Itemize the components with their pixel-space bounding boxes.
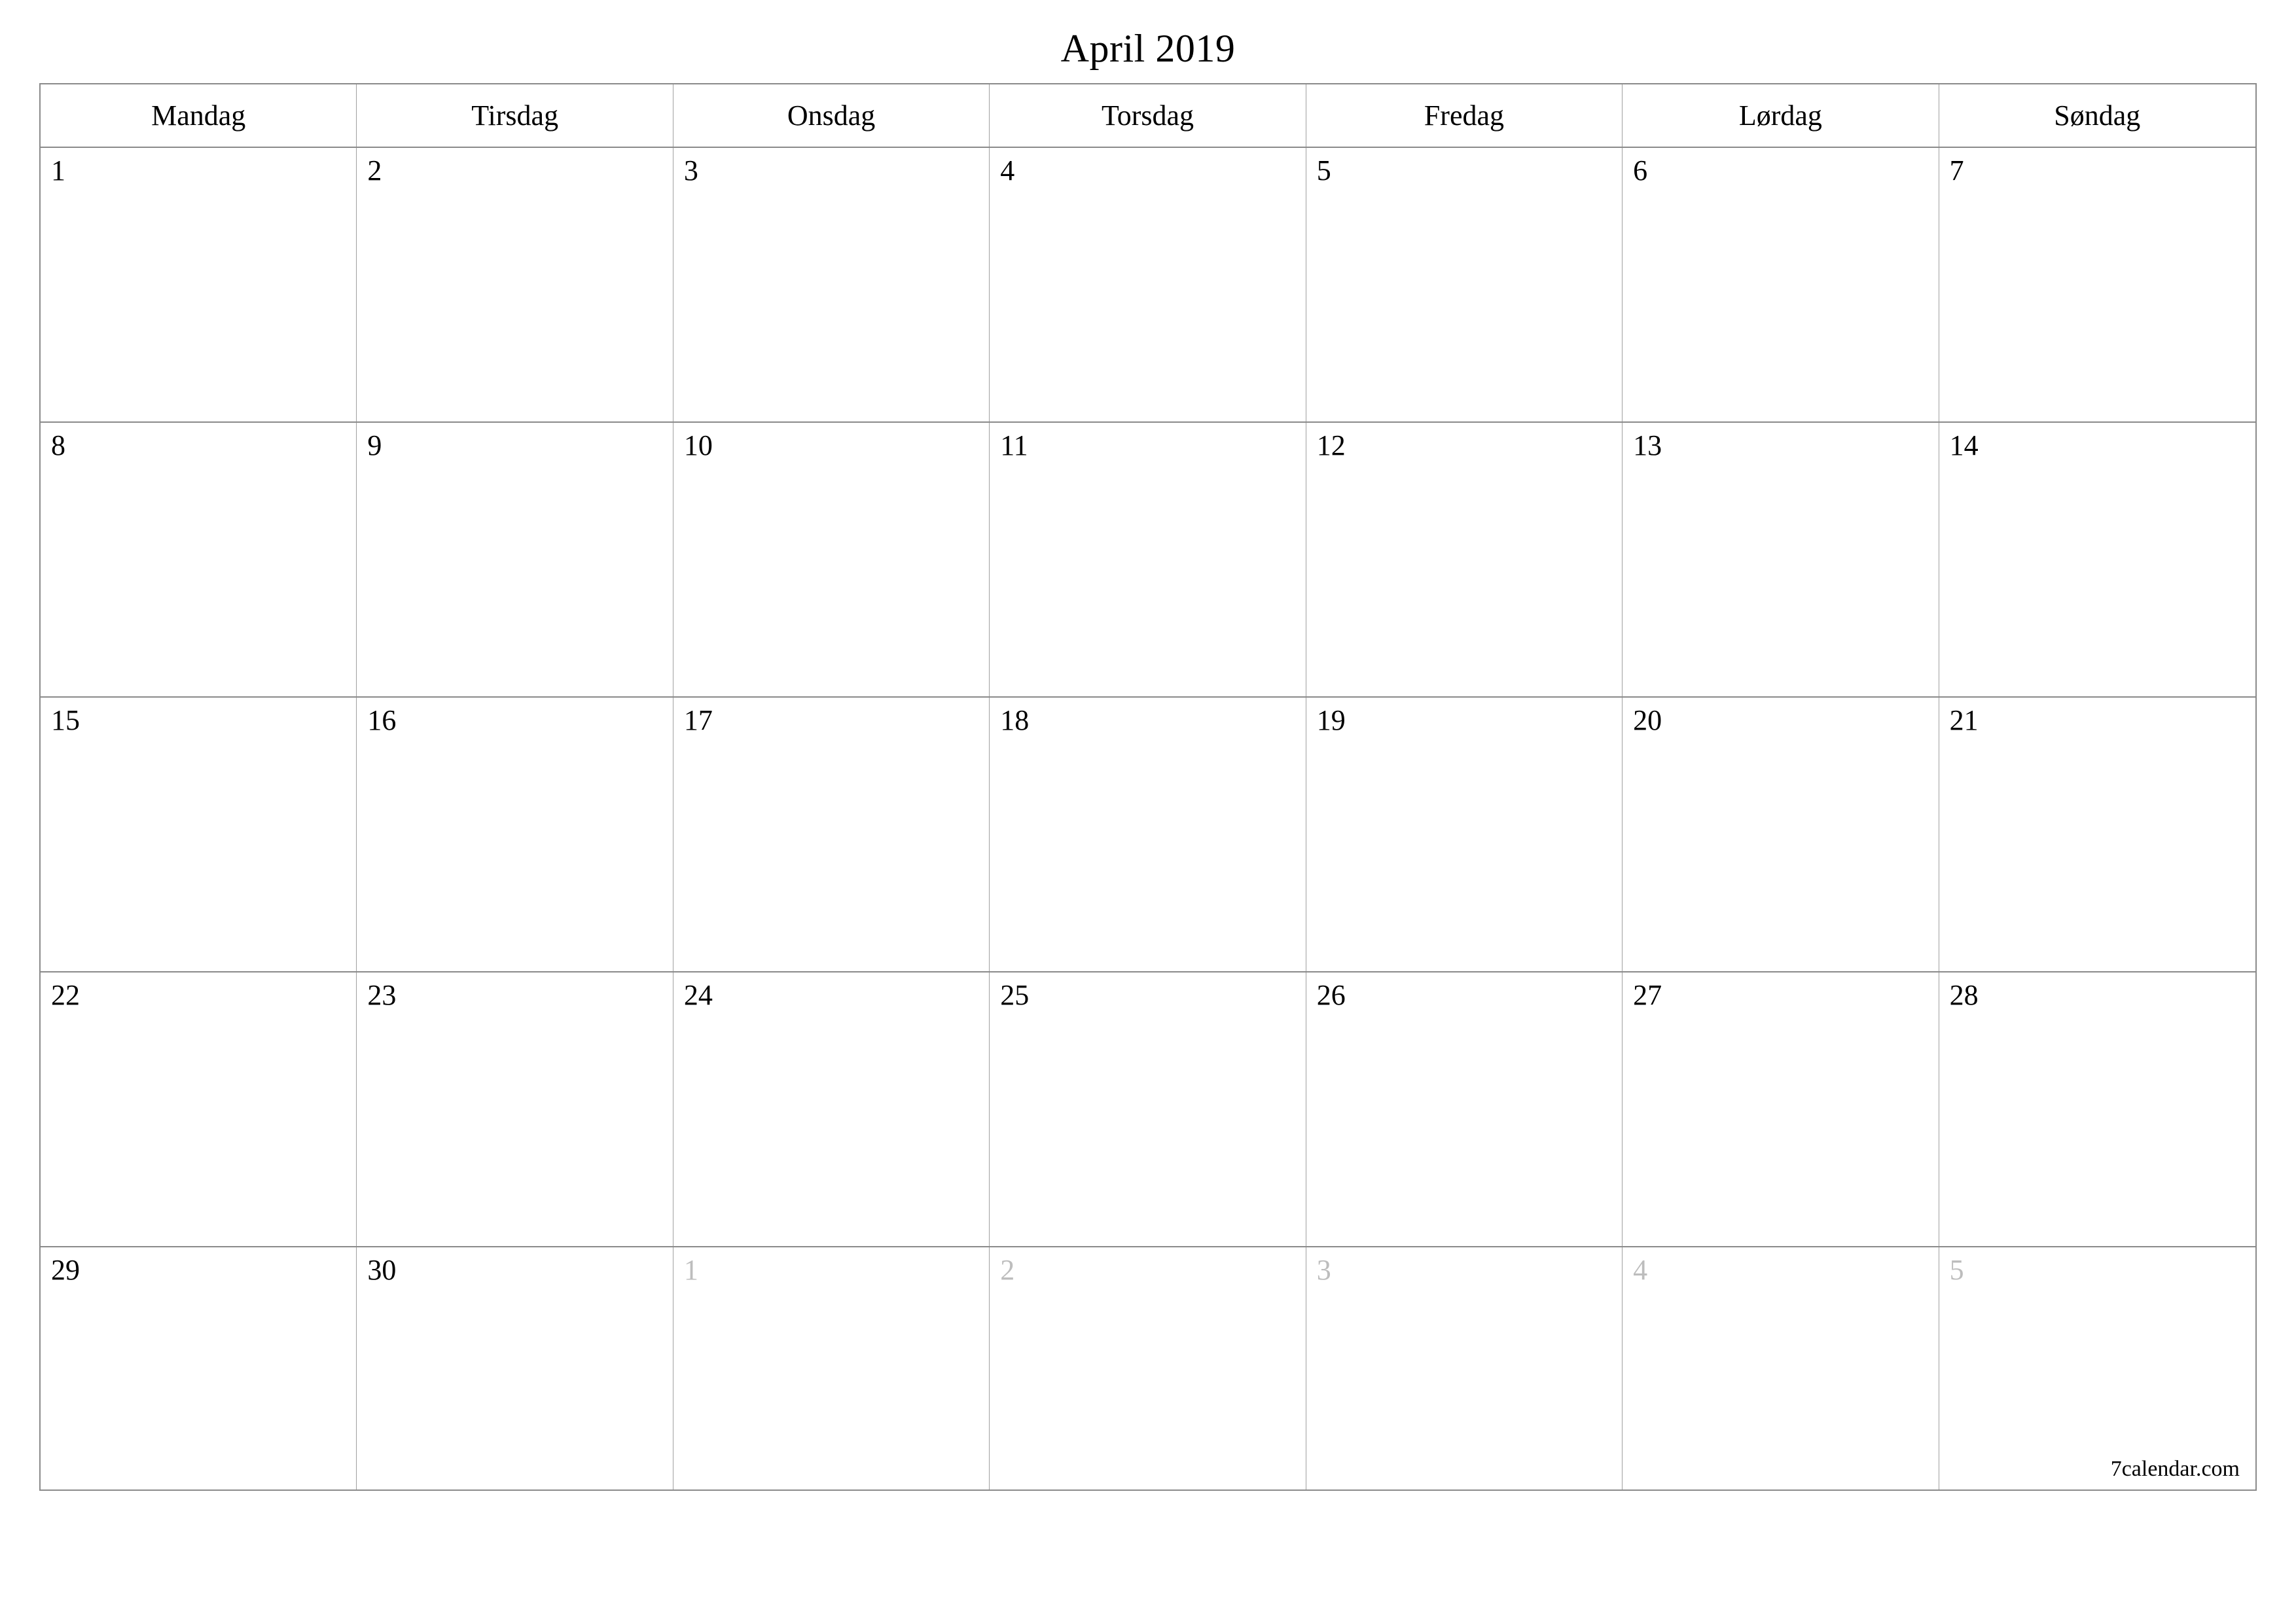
calendar-grid: Mandag Tirsdag Onsdag Torsdag Fredag Lør… xyxy=(39,83,2257,1491)
day-number: 6 xyxy=(1633,154,1928,188)
day-cell: 18 xyxy=(990,698,1306,971)
weekday-header: Tirsdag xyxy=(357,84,673,147)
day-cell: 13 xyxy=(1623,423,1939,696)
day-cell: 4 xyxy=(990,148,1306,421)
day-number: 27 xyxy=(1633,979,1928,1012)
week-row: 15 16 17 18 19 20 21 xyxy=(41,698,2255,972)
week-row: 8 9 10 11 12 13 14 xyxy=(41,423,2255,698)
day-number: 16 xyxy=(367,704,662,738)
day-number: 22 xyxy=(51,979,346,1012)
day-cell: 23 xyxy=(357,972,673,1246)
day-cell: 5 7calendar.com xyxy=(1939,1247,2255,1489)
day-number: 10 xyxy=(684,429,978,463)
day-number: 24 xyxy=(684,979,978,1012)
day-number: 4 xyxy=(1633,1254,1928,1287)
day-cell: 25 xyxy=(990,972,1306,1246)
day-cell: 20 xyxy=(1623,698,1939,971)
day-cell: 1 xyxy=(41,148,357,421)
day-number: 4 xyxy=(1000,154,1295,188)
day-cell: 27 xyxy=(1623,972,1939,1246)
day-number: 17 xyxy=(684,704,978,738)
day-number: 7 xyxy=(1950,154,2245,188)
day-cell: 9 xyxy=(357,423,673,696)
day-cell: 12 xyxy=(1306,423,1623,696)
day-cell: 29 xyxy=(41,1247,357,1489)
day-cell: 7 xyxy=(1939,148,2255,421)
day-cell: 28 xyxy=(1939,972,2255,1246)
day-cell: 8 xyxy=(41,423,357,696)
day-number: 19 xyxy=(1317,704,1611,738)
day-number: 12 xyxy=(1317,429,1611,463)
day-cell: 4 xyxy=(1623,1247,1939,1489)
day-number: 2 xyxy=(367,154,662,188)
day-number: 25 xyxy=(1000,979,1295,1012)
day-number: 18 xyxy=(1000,704,1295,738)
day-number: 28 xyxy=(1950,979,2245,1012)
week-row: 1 2 3 4 5 6 7 xyxy=(41,148,2255,423)
day-number: 23 xyxy=(367,979,662,1012)
day-cell: 15 xyxy=(41,698,357,971)
weekday-header: Lørdag xyxy=(1623,84,1939,147)
day-cell: 11 xyxy=(990,423,1306,696)
day-cell: 16 xyxy=(357,698,673,971)
weekday-header-row: Mandag Tirsdag Onsdag Torsdag Fredag Lør… xyxy=(41,84,2255,148)
day-cell: 14 xyxy=(1939,423,2255,696)
day-number: 9 xyxy=(367,429,662,463)
day-number: 26 xyxy=(1317,979,1611,1012)
day-cell: 17 xyxy=(673,698,990,971)
day-cell: 2 xyxy=(357,148,673,421)
day-number: 14 xyxy=(1950,429,2245,463)
day-cell: 3 xyxy=(1306,1247,1623,1489)
calendar-title: April 2019 xyxy=(39,26,2257,71)
day-number: 21 xyxy=(1950,704,2245,738)
day-number: 15 xyxy=(51,704,346,738)
day-number: 5 xyxy=(1317,154,1611,188)
day-number: 5 xyxy=(1950,1254,2245,1287)
day-number: 11 xyxy=(1000,429,1295,463)
calendar-container: Mandag Tirsdag Onsdag Torsdag Fredag Lør… xyxy=(39,83,2257,1491)
day-cell: 19 xyxy=(1306,698,1623,971)
day-cell: 24 xyxy=(673,972,990,1246)
day-cell: 30 xyxy=(357,1247,673,1489)
day-number: 29 xyxy=(51,1254,346,1287)
day-cell: 2 xyxy=(990,1247,1306,1489)
day-number: 20 xyxy=(1633,704,1928,738)
weekday-header: Fredag xyxy=(1306,84,1623,147)
day-number: 3 xyxy=(1317,1254,1611,1287)
day-cell: 21 xyxy=(1939,698,2255,971)
day-number: 1 xyxy=(684,1254,978,1287)
week-row: 22 23 24 25 26 27 28 xyxy=(41,972,2255,1247)
week-row: 29 30 1 2 3 4 5 7calendar.com xyxy=(41,1247,2255,1489)
day-cell: 5 xyxy=(1306,148,1623,421)
day-number: 3 xyxy=(684,154,978,188)
day-number: 2 xyxy=(1000,1254,1295,1287)
day-cell: 26 xyxy=(1306,972,1623,1246)
day-number: 8 xyxy=(51,429,346,463)
weekday-header: Søndag xyxy=(1939,84,2255,147)
weekday-header: Mandag xyxy=(41,84,357,147)
day-cell: 1 xyxy=(673,1247,990,1489)
day-cell: 22 xyxy=(41,972,357,1246)
day-cell: 3 xyxy=(673,148,990,421)
day-cell: 6 xyxy=(1623,148,1939,421)
footer-credit: 7calendar.com xyxy=(2111,1457,2240,1482)
day-number: 1 xyxy=(51,154,346,188)
weekday-header: Onsdag xyxy=(673,84,990,147)
day-cell: 10 xyxy=(673,423,990,696)
weekday-header: Torsdag xyxy=(990,84,1306,147)
day-number: 30 xyxy=(367,1254,662,1287)
day-number: 13 xyxy=(1633,429,1928,463)
